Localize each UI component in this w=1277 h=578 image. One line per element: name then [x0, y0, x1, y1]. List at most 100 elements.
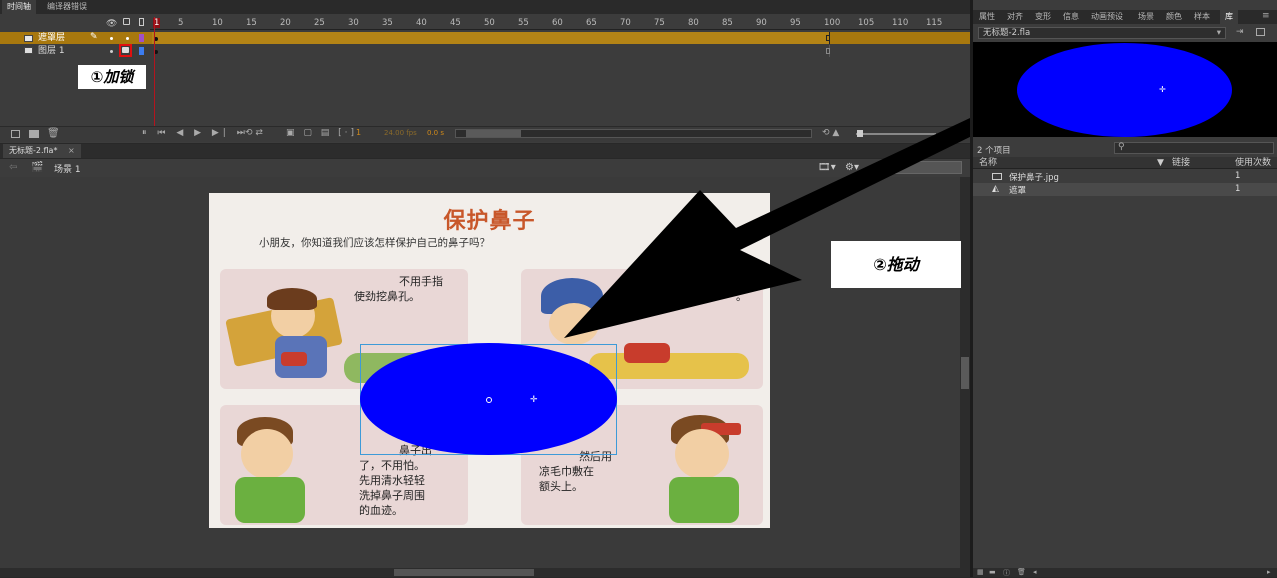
new-layer-icon[interactable]	[11, 130, 20, 138]
frame-number: 10	[212, 18, 223, 28]
panel-menu-icon[interactable]: ≡	[1262, 11, 1270, 21]
transform-point-icon[interactable]	[486, 397, 492, 403]
library-item-count: 2 个项目	[977, 146, 1011, 156]
onion-skin-icons[interactable]: ▣ ▢ ▤ [·]	[286, 128, 357, 138]
stage-hscroll[interactable]	[0, 568, 970, 577]
frame-number: 15	[246, 18, 257, 28]
layer-color-swatch[interactable]	[139, 47, 144, 55]
library-item-name: 遮罩	[1009, 186, 1027, 196]
tab-library[interactable]: 库	[1220, 10, 1238, 24]
layer-name[interactable]: 遮罩层	[38, 32, 65, 44]
frame-number: 90	[756, 18, 767, 28]
end-frame-marker	[826, 35, 830, 41]
tab-swatches[interactable]: 样本	[1194, 10, 1210, 24]
layer-name[interactable]: 图层 1	[38, 45, 65, 57]
frame-number: 40	[416, 18, 427, 28]
scene-label[interactable]: 场景 1	[54, 162, 81, 175]
panel4-text-line: 额头上。	[539, 480, 583, 493]
playback-controls[interactable]: ⏸ ⏮ ◀ ▶ ▶| ⏭	[142, 128, 249, 138]
visible-dot-icon[interactable]	[110, 37, 113, 40]
preview-ellipse	[1017, 43, 1232, 137]
tab-properties[interactable]: 属性	[979, 10, 995, 24]
new-library-panel-icon[interactable]	[1256, 28, 1265, 36]
tab-motion-presets[interactable]: 动画预设	[1091, 10, 1123, 24]
library-item-count-value: 1	[1235, 184, 1241, 194]
new-folder-icon[interactable]: ▬	[989, 568, 996, 576]
frame-number: 70	[620, 18, 631, 28]
column-use-count[interactable]: 使用次数	[1235, 157, 1271, 169]
panel3-text-line: 先用清水轻轻	[359, 474, 425, 487]
frame-number: 50	[484, 18, 495, 28]
drag-annotation-label: ②拖动	[831, 241, 961, 288]
scroll-left-icon[interactable]: ◂	[1033, 568, 1037, 576]
lock-icon[interactable]	[122, 47, 129, 53]
document-tab-label: 无标题-2.fla*	[9, 146, 58, 155]
layer-icon	[24, 47, 33, 54]
boy-illustration-1	[225, 288, 343, 384]
delete-icon[interactable]: 🗑	[47, 128, 60, 139]
frame-number: 95	[790, 18, 801, 28]
library-item-name: 保护鼻子.jpg	[1009, 173, 1059, 183]
library-item-row[interactable]: 保护鼻子.jpg 1	[973, 170, 1277, 183]
frame-span[interactable]	[152, 45, 830, 57]
tab-color[interactable]: 颜色	[1166, 10, 1182, 24]
bitmap-icon	[992, 173, 1002, 180]
new-symbol-icon[interactable]: ▦	[977, 568, 984, 576]
mask-layer-icon	[24, 35, 33, 42]
search-icon: ⚲	[1118, 142, 1125, 152]
library-document-select[interactable]: 无标题-2.fla ▾	[978, 27, 1226, 39]
sort-desc-icon[interactable]: ▼	[1157, 157, 1164, 169]
frame-number: 115	[926, 18, 943, 28]
panel4-text-line: 凉毛巾敷在	[539, 465, 594, 478]
frame-number: 25	[314, 18, 325, 28]
frame-number: 75	[654, 18, 665, 28]
graphic-symbol-icon: ◭	[992, 184, 999, 194]
boy-illustration-3	[229, 415, 339, 525]
delete-icon[interactable]: 🗑	[1017, 568, 1026, 576]
outline-header-icon[interactable]	[139, 18, 144, 26]
playhead[interactable]	[154, 17, 155, 126]
library-preview: ✛	[973, 42, 1277, 137]
back-arrow-icon[interactable]: ⇦	[9, 162, 17, 173]
registration-point-icon: ✛	[530, 395, 538, 405]
lock-header-icon[interactable]	[123, 18, 130, 25]
frame-number: 110	[892, 18, 909, 28]
tab-timeline[interactable]: 时间轴	[2, 0, 36, 14]
frame-rate[interactable]: 24.00 fps	[384, 129, 417, 137]
column-name[interactable]: 名称	[979, 157, 997, 169]
visible-dot-icon[interactable]	[110, 50, 113, 53]
pin-icon[interactable]: ⇥	[1236, 27, 1244, 37]
frame-number: 35	[382, 18, 393, 28]
new-folder-icon[interactable]	[29, 130, 39, 138]
lock-dot-icon[interactable]	[126, 37, 129, 40]
panel1-text-line: 使劲挖鼻孔。	[354, 290, 420, 303]
library-footer: ▦ ▬ ⓘ 🗑 ◂ ▸	[973, 568, 1277, 577]
panel3-text-line: 洗掉鼻子周围	[359, 489, 425, 502]
eye-icon[interactable]: 👁	[106, 19, 117, 29]
tab-scene[interactable]: 场景	[1138, 10, 1154, 24]
close-icon[interactable]: ×	[68, 146, 75, 155]
tab-transform[interactable]: 变形	[1035, 10, 1051, 24]
document-tab[interactable]: 无标题-2.fla* ×	[3, 144, 81, 158]
library-document-label: 无标题-2.fla	[983, 28, 1031, 38]
tab-compiler-errors[interactable]: 编译器错误	[42, 0, 92, 14]
frame-span[interactable]	[152, 32, 830, 44]
frame-number: 5	[178, 18, 184, 28]
library-search-input[interactable]: ⚲	[1114, 142, 1274, 154]
frame-number: 105	[858, 18, 875, 28]
drag-arrow-annotation	[564, 118, 980, 338]
current-frame[interactable]: 1	[356, 128, 361, 137]
library-item-row[interactable]: ◭ 遮罩 1	[973, 183, 1277, 196]
scroll-right-icon[interactable]: ▸	[1267, 568, 1271, 576]
column-linkage[interactable]: 链接	[1172, 157, 1190, 169]
registration-point-icon: ✛	[1159, 85, 1166, 94]
boy-illustration-4	[649, 413, 759, 523]
chevron-down-icon: ▾	[1216, 28, 1221, 38]
library-item-count-value: 1	[1235, 171, 1241, 181]
loop-icon[interactable]: ⟲ ⇄	[245, 128, 263, 138]
tab-info[interactable]: 信息	[1063, 10, 1079, 24]
layer-color-swatch[interactable]	[139, 34, 144, 42]
frame-number: 85	[722, 18, 733, 28]
bitmap-subtitle: 小朋友，你知道我们应该怎样保护自己的鼻子吗？	[259, 237, 490, 249]
tab-align[interactable]: 对齐	[1007, 10, 1023, 24]
